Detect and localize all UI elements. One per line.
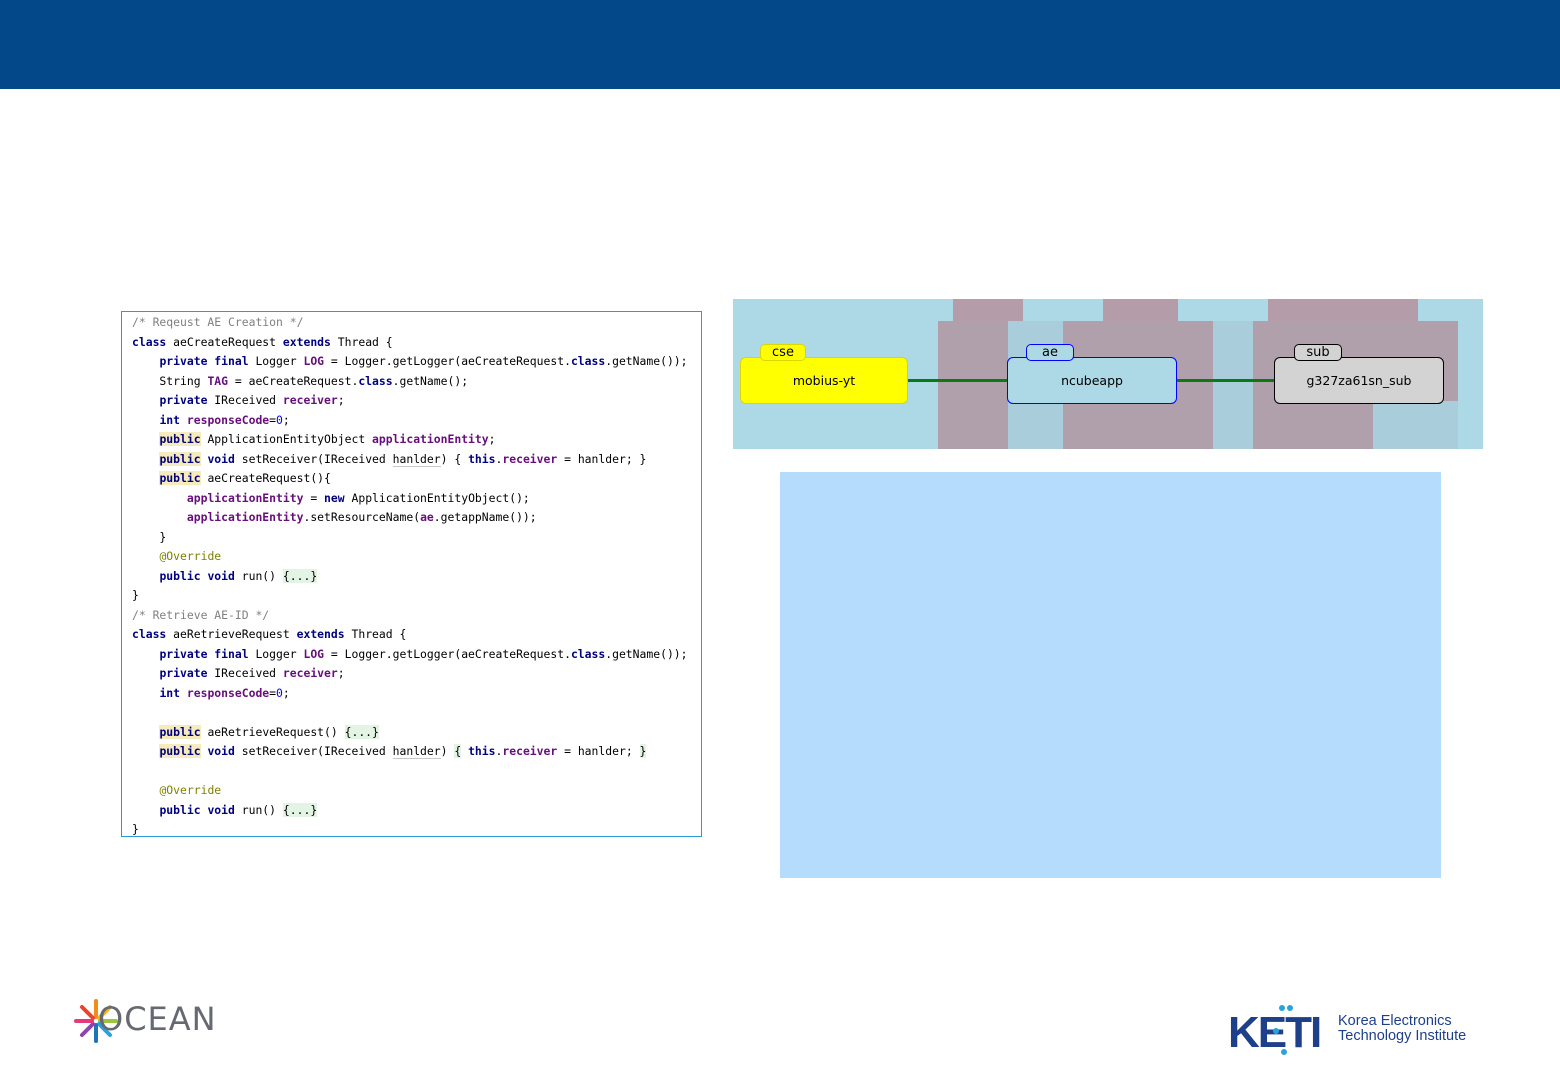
code-line: private final Logger LOG = Logger.getLog… xyxy=(159,646,688,661)
code-line: } xyxy=(132,822,139,836)
node-type-tag: cse xyxy=(760,344,806,361)
tree-link xyxy=(908,379,1008,382)
code-line: public void setReceiver(IReceived hanlde… xyxy=(159,451,647,467)
keti-name-line2: Technology Institute xyxy=(1338,1027,1467,1044)
blue-content-panel xyxy=(780,472,1441,878)
code-panel: /* Reqeust AE Creation */ class aeCreateR… xyxy=(121,311,702,837)
code-line: ​ xyxy=(132,762,688,782)
code-line: class aeRetrieveRequest extends Thread { xyxy=(132,627,407,641)
code-line: class aeCreateRequest extends Thread { xyxy=(132,334,393,349)
header-bar xyxy=(0,0,1560,89)
node-type-tag: ae xyxy=(1026,344,1074,361)
code-line: private final Logger LOG = Logger.getLog… xyxy=(159,354,688,368)
code-listing: /* Reqeust AE Creation */ class aeCreateR… xyxy=(132,313,688,836)
code-line: public aeRetrieveRequest() {...} xyxy=(159,724,379,739)
code-line: int responseCode=0; xyxy=(159,412,290,427)
node-label: g327za61sn_sub xyxy=(1306,373,1412,388)
code-line: @Override xyxy=(159,549,222,563)
tree-node-sub[interactable]: g327za61sn_sub xyxy=(1274,357,1444,404)
code-line: private IReceived receiver; xyxy=(159,393,345,407)
code-line: } xyxy=(132,529,167,544)
code-line: /* Retrieve AE-ID */ xyxy=(132,607,270,622)
background-watermark-shape xyxy=(1268,299,1418,321)
keti-name-line1: Korea Electronics xyxy=(1338,1013,1452,1029)
node-label: ncubeapp xyxy=(1061,373,1123,388)
keti-institute-name: Korea Electronics Technology Institute xyxy=(1338,1014,1466,1043)
code-line: public void setReceiver(IReceived hanlde… xyxy=(159,744,647,759)
tree-node-ae[interactable]: ncubeapp xyxy=(1007,357,1177,404)
code-line: private IReceived receiver; xyxy=(159,666,345,680)
background-watermark-shape xyxy=(1103,299,1178,321)
code-line: int responseCode=0; xyxy=(159,685,290,700)
tree-node-cse[interactable]: mobius-yt xyxy=(740,357,908,404)
node-label: mobius-yt xyxy=(792,373,856,388)
resource-tree-diagram: mobius-yt cse ncubeapp ae g327za61sn_sub… xyxy=(733,299,1483,449)
code-line: public void run() {...} xyxy=(159,802,318,817)
code-line: @Override xyxy=(159,783,222,797)
node-type-tag: sub xyxy=(1294,344,1342,361)
ocean-logo-text: OCEAN xyxy=(98,1000,217,1038)
code-line: String TAG = aeCreateRequest.class.getNa… xyxy=(132,373,469,388)
tree-link xyxy=(1176,379,1276,382)
code-line: } xyxy=(132,588,139,602)
code-line: public ApplicationEntityObject applicati… xyxy=(159,432,496,446)
background-watermark-shape xyxy=(953,299,1023,321)
code-line: public void run() {...} xyxy=(159,568,318,583)
code-line: public aeCreateRequest(){ xyxy=(159,471,331,485)
code-line: ​ xyxy=(132,703,688,723)
code-line: applicationEntity = new ApplicationEntit… xyxy=(186,490,530,505)
code-line: applicationEntity.setResourceName(ae.get… xyxy=(186,510,537,524)
code-line: /* Reqeust AE Creation */ xyxy=(132,315,304,329)
